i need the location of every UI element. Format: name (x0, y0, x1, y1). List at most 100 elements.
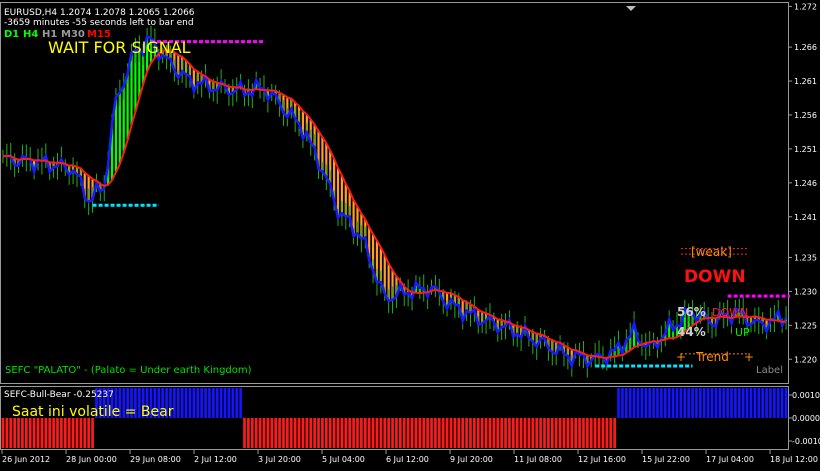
bull-bear-bar (371, 418, 375, 448)
bull-bear-bar (453, 418, 457, 448)
bull-bear-bar (360, 418, 363, 448)
corner-label: Label (756, 365, 783, 376)
bull-bear-bar (223, 388, 227, 418)
x-tick-label: 11 Jul 08:00 (514, 455, 562, 464)
bull-bear-bar (609, 418, 613, 448)
bull-bear-bar (488, 418, 492, 448)
bull-bear-bar (344, 418, 348, 448)
x-tick-label: 26 Jun 2012 (2, 455, 50, 464)
bull-bear-bar (597, 418, 601, 448)
bull-bear-bar (675, 388, 679, 418)
bull-bear-bar (465, 418, 468, 448)
signal-text: WAIT FOR SIGNAL (48, 38, 191, 57)
bull-bear-bar (192, 388, 196, 418)
bull-bear-bar (188, 388, 192, 418)
bull-bear-bar (227, 388, 231, 418)
bull-bear-bar (500, 418, 503, 448)
bull-bear-bar (702, 388, 706, 418)
bull-bear-bar (219, 388, 223, 418)
bull-bear-bar (644, 388, 648, 418)
bull-bear-bar (543, 418, 546, 448)
symbol-line: EURUSD,H4 1.2074 1.2078 1.2065 1.2066 (4, 8, 195, 18)
bull-bear-bar (679, 388, 683, 418)
bull-bear-bar (410, 418, 414, 448)
bull-bear-bar (765, 388, 768, 418)
bull-bear-bar (554, 418, 558, 448)
bull-bear-bar (301, 418, 305, 448)
bull-bear-bar (757, 388, 761, 418)
y-tick-label: 1.251 (794, 145, 817, 154)
bull-bear-bar (547, 418, 550, 448)
bull-bear-bar (289, 418, 293, 448)
bull-bear-bar (578, 418, 581, 448)
bull-bear-bar (321, 418, 324, 448)
timeframe-d1[interactable]: D1 (4, 29, 19, 40)
bull-bear-bar (21, 418, 24, 448)
bull-bear-bar (687, 388, 690, 418)
bull-bear-bar (761, 388, 765, 418)
bull-bear-bar (476, 418, 480, 448)
bull-bear-bar (356, 418, 359, 448)
bull-bear-bar (305, 418, 309, 448)
bull-bear-bar (211, 388, 215, 418)
bull-bear-bar (734, 388, 737, 418)
bull-bear-bar (91, 418, 94, 448)
y-tick-label: 1.235 (794, 253, 817, 262)
bull-bear-bar (714, 388, 718, 418)
x-tick-label: 2 Jul 12:00 (194, 455, 237, 464)
x-tick-label: 17 Jul 04:00 (706, 455, 754, 464)
price-scale[interactable] (789, 2, 820, 450)
bull-bear-bar (418, 418, 422, 448)
bull-bear-bar (749, 388, 753, 418)
bull-bear-bar (437, 418, 441, 448)
bull-bear-bar (262, 418, 266, 448)
bull-bear-bar (336, 418, 340, 448)
x-tick-label: 29 Jun 08:00 (130, 455, 181, 464)
x-tick-label: 18 Jul 12:00 (770, 455, 818, 464)
y-tick-label: 1.272 (794, 2, 817, 11)
y-tick-label: 1.241 (794, 213, 817, 222)
bull-bear-bar (208, 388, 211, 418)
bull-bear-bar (776, 388, 780, 418)
x-tick-label: 3 Jul 20:00 (258, 455, 301, 464)
bull-bear-bar (387, 418, 391, 448)
bull-bear-bar (270, 418, 274, 448)
bull-bear-bar (278, 418, 281, 448)
bull-bear-bar (582, 418, 585, 448)
bull-bear-bar (200, 388, 203, 418)
timeframe-h4[interactable]: H4 (23, 29, 38, 40)
bull-bear-bar (340, 418, 344, 448)
x-tick-label: 6 Jul 12:00 (386, 455, 429, 464)
y-tick-label: 1.246 (794, 179, 817, 188)
bull-bear-bar (640, 388, 644, 418)
bull-bear-bar (730, 388, 733, 418)
bull-bear-bar (570, 418, 574, 448)
down-percent: 56% (677, 305, 706, 319)
bull-bear-bar (1, 418, 5, 448)
bull-bear-bar (695, 388, 698, 418)
bull-bear-bar (324, 418, 328, 448)
bull-bear-bar (17, 418, 20, 448)
bull-bear-bar (648, 388, 652, 418)
bull-bear-bar (550, 418, 554, 448)
sub-panel-title: SEFC-Bull-Bear -0.25237 (4, 390, 114, 400)
bull-bear-bar (624, 388, 628, 418)
y-tick-label: 1.266 (794, 43, 817, 52)
bull-bear-bar (784, 388, 788, 418)
sub-y-tick-label: -0.00100 (792, 437, 820, 446)
bull-bear-bar (317, 418, 320, 448)
bull-bear-bar (480, 418, 484, 448)
bull-bear-bar (379, 418, 383, 448)
bull-bear-bar (87, 418, 91, 448)
bull-bear-bar (753, 388, 757, 418)
y-tick-label: 1.256 (794, 111, 817, 120)
x-tick-label: 5 Jul 04:00 (322, 455, 365, 464)
bull-bear-bar (652, 388, 655, 418)
direction-label: DOWN (684, 267, 746, 287)
trend-label: Trend (695, 350, 729, 364)
bull-bear-bar (636, 388, 640, 418)
bull-bear-bar (243, 418, 246, 448)
bull-bear-bar (621, 388, 624, 418)
bull-bear-bar (445, 418, 449, 448)
bull-bear-bar (473, 418, 476, 448)
